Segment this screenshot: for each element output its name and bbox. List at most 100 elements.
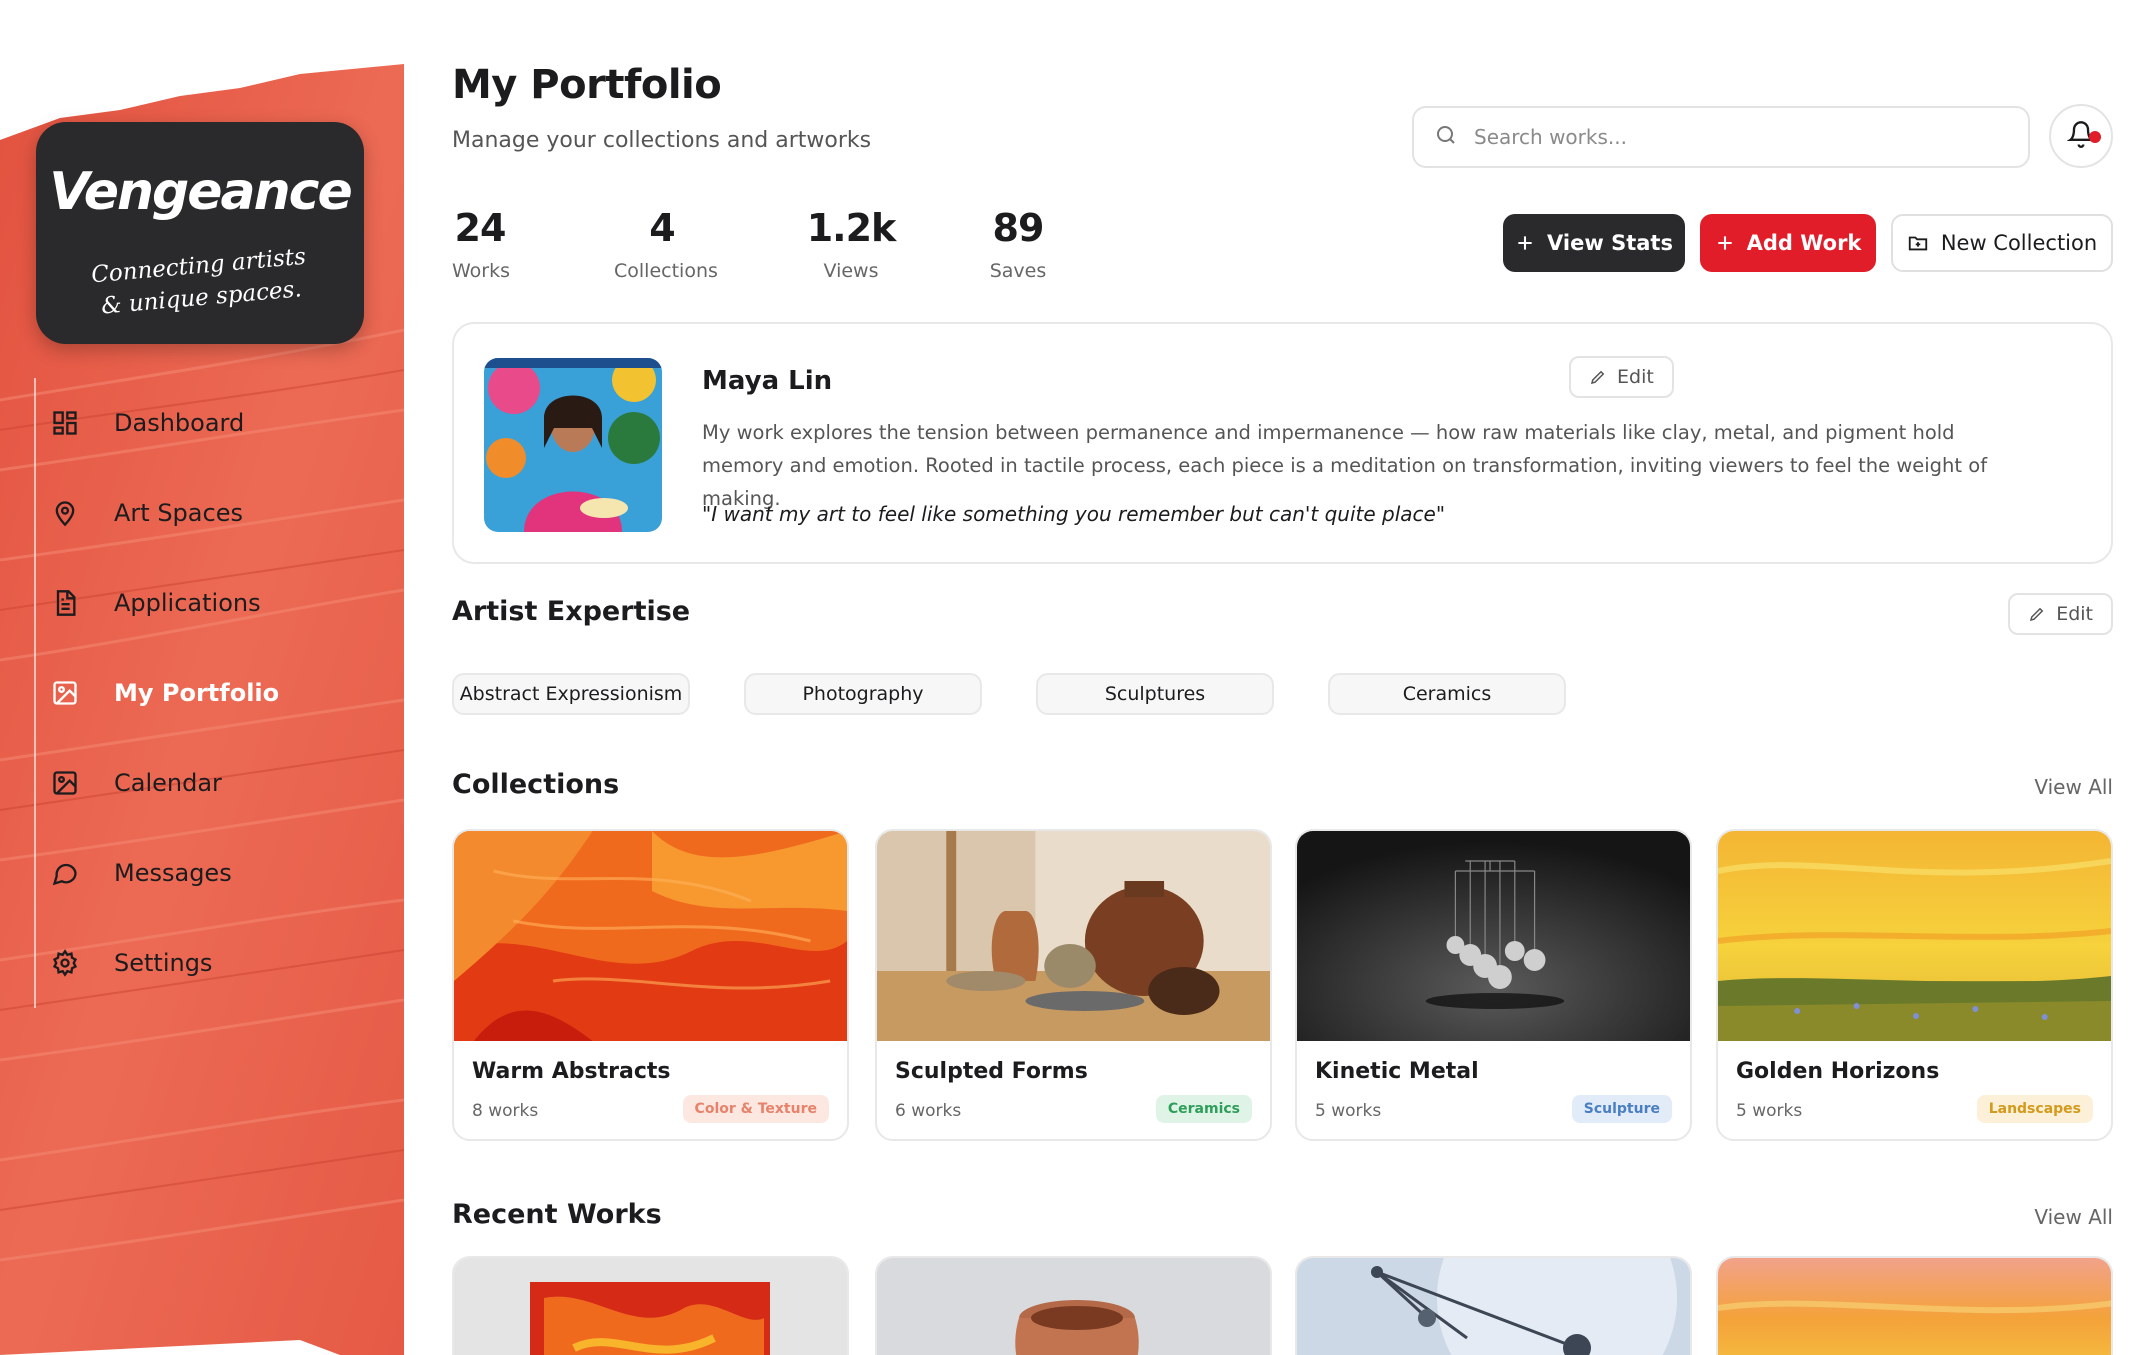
- edit-label: Edit: [2056, 603, 2093, 625]
- collections-title: Collections: [452, 769, 620, 800]
- add-work-button[interactable]: Add Work: [1700, 214, 1876, 272]
- image-icon: [50, 678, 80, 708]
- new-collection-label: New Collection: [1940, 231, 2098, 255]
- sidebar-item-applications[interactable]: Applications: [34, 558, 374, 648]
- brand-name: Vengeance: [49, 162, 352, 222]
- page-subtitle: Manage your collections and artworks: [452, 128, 872, 153]
- expertise-chip[interactable]: Ceramics: [1328, 673, 1566, 715]
- stat-value: 24: [454, 206, 507, 250]
- sidebar-nav: Dashboard Art Spaces Applications My Por…: [34, 378, 374, 1008]
- collection-cover-image: [1297, 831, 1690, 1041]
- stat-label: Views: [823, 260, 879, 282]
- recent-work-card[interactable]: [875, 1256, 1272, 1355]
- pencil-icon: [1589, 368, 1607, 386]
- collection-name: Golden Horizons: [1736, 1059, 1940, 1084]
- stat-views: 1.2k Views: [806, 206, 897, 282]
- notification-dot: [2089, 131, 2101, 143]
- sidebar-item-label: My Portfolio: [114, 679, 280, 707]
- stat-value: 1.2k: [806, 206, 897, 250]
- artwork-image: [877, 1258, 1270, 1355]
- artist-name: Maya Lin: [702, 366, 833, 396]
- chat-bubble-icon: [50, 858, 80, 888]
- artwork-image: [1297, 1258, 1690, 1355]
- sidebar-item-label: Dashboard: [114, 409, 245, 437]
- brand-tagline: Connecting artists & unique spaces.: [74, 239, 327, 324]
- stat-label: Works: [452, 260, 511, 282]
- expertise-title: Artist Expertise: [452, 596, 691, 627]
- sidebar-item-settings[interactable]: Settings: [34, 918, 374, 1008]
- stat-label: Saves: [989, 260, 1047, 282]
- artwork-image: [1718, 1258, 2111, 1355]
- folder-plus-icon: [1907, 232, 1929, 254]
- collection-tag: Color & Texture: [682, 1095, 829, 1123]
- collections-view-all-link[interactable]: View All: [2034, 775, 2113, 799]
- brand-logo-card[interactable]: Vengeance Connecting artists & unique sp…: [36, 122, 364, 344]
- collection-name: Kinetic Metal: [1315, 1059, 1479, 1084]
- new-collection-button[interactable]: New Collection: [1891, 214, 2113, 272]
- collection-cover-image: [454, 831, 847, 1041]
- avatar: [484, 358, 662, 532]
- sidebar-item-label: Calendar: [114, 769, 222, 797]
- sidebar-item-my-portfolio[interactable]: My Portfolio: [34, 648, 374, 738]
- artist-quote: "I want my art to feel like something yo…: [702, 502, 1446, 526]
- stat-value: 4: [649, 206, 675, 250]
- recent-work-card[interactable]: [1295, 1256, 1692, 1355]
- document-icon: [50, 588, 80, 618]
- collection-cover-image: [877, 831, 1270, 1041]
- recent-work-card[interactable]: [452, 1256, 849, 1355]
- collection-tag: Sculpture: [1571, 1095, 1672, 1123]
- plus-icon: [1715, 233, 1735, 253]
- collection-tag: Landscapes: [1976, 1095, 2093, 1123]
- sidebar-item-dashboard[interactable]: Dashboard: [34, 378, 374, 468]
- collection-card[interactable]: Warm Abstracts 8 works Color & Texture: [452, 829, 849, 1141]
- stat-label: Collections: [614, 260, 718, 282]
- plus-icon: [1515, 233, 1535, 253]
- collection-count: 6 works: [895, 1101, 962, 1121]
- stat-saves: 89 Saves: [984, 206, 1052, 282]
- sidebar-item-label: Messages: [114, 859, 232, 887]
- recent-works-view-all-link[interactable]: View All: [2034, 1205, 2113, 1229]
- search-icon: [1434, 123, 1458, 151]
- view-stats-button[interactable]: View Stats: [1503, 214, 1685, 272]
- search-input[interactable]: [1474, 125, 1994, 149]
- collection-count: 5 works: [1315, 1101, 1382, 1121]
- sidebar: Vengeance Connecting artists & unique sp…: [0, 0, 404, 1355]
- collection-count: 8 works: [472, 1101, 539, 1121]
- recent-works-title: Recent Works: [452, 1199, 662, 1230]
- sidebar-item-calendar[interactable]: Calendar: [34, 738, 374, 828]
- expertise-chip[interactable]: Sculptures: [1036, 673, 1274, 715]
- pencil-icon: [2028, 605, 2046, 623]
- stat-value: 89: [992, 206, 1045, 250]
- add-work-label: Add Work: [1746, 231, 1862, 255]
- edit-profile-button[interactable]: Edit: [1569, 356, 1674, 398]
- notifications-button[interactable]: [2049, 104, 2113, 168]
- expertise-chip[interactable]: Photography: [744, 673, 982, 715]
- sidebar-item-label: Settings: [114, 949, 213, 977]
- search-bar[interactable]: [1412, 106, 2030, 168]
- sidebar-item-messages[interactable]: Messages: [34, 828, 374, 918]
- edit-label: Edit: [1617, 366, 1654, 388]
- image-icon: [50, 768, 80, 798]
- dashboard-icon: [50, 408, 80, 438]
- collection-card[interactable]: Kinetic Metal 5 works Sculpture: [1295, 829, 1692, 1141]
- gear-icon: [50, 948, 80, 978]
- map-pin-icon: [50, 498, 80, 528]
- page-title: My Portfolio: [452, 62, 722, 108]
- collection-card[interactable]: Golden Horizons 5 works Landscapes: [1716, 829, 2113, 1141]
- artwork-image: [454, 1258, 847, 1355]
- sidebar-item-label: Art Spaces: [114, 499, 243, 527]
- artist-profile-card: Maya Lin Edit My work explores the tensi…: [452, 322, 2113, 564]
- view-stats-label: View Stats: [1547, 231, 1673, 255]
- collection-count: 5 works: [1736, 1101, 1803, 1121]
- collection-cover-image: [1718, 831, 2111, 1041]
- collection-card[interactable]: Sculpted Forms 6 works Ceramics: [875, 829, 1272, 1141]
- collection-name: Warm Abstracts: [472, 1059, 671, 1084]
- recent-work-card[interactable]: [1716, 1256, 2113, 1355]
- expertise-chip[interactable]: Abstract Expressionism: [452, 673, 690, 715]
- sidebar-item-art-spaces[interactable]: Art Spaces: [34, 468, 374, 558]
- collection-tag: Ceramics: [1155, 1095, 1252, 1123]
- collection-name: Sculpted Forms: [895, 1059, 1088, 1084]
- artist-bio: My work explores the tension between per…: [702, 421, 1988, 510]
- edit-expertise-button[interactable]: Edit: [2008, 593, 2113, 635]
- stat-collections: 4 Collections: [614, 206, 718, 282]
